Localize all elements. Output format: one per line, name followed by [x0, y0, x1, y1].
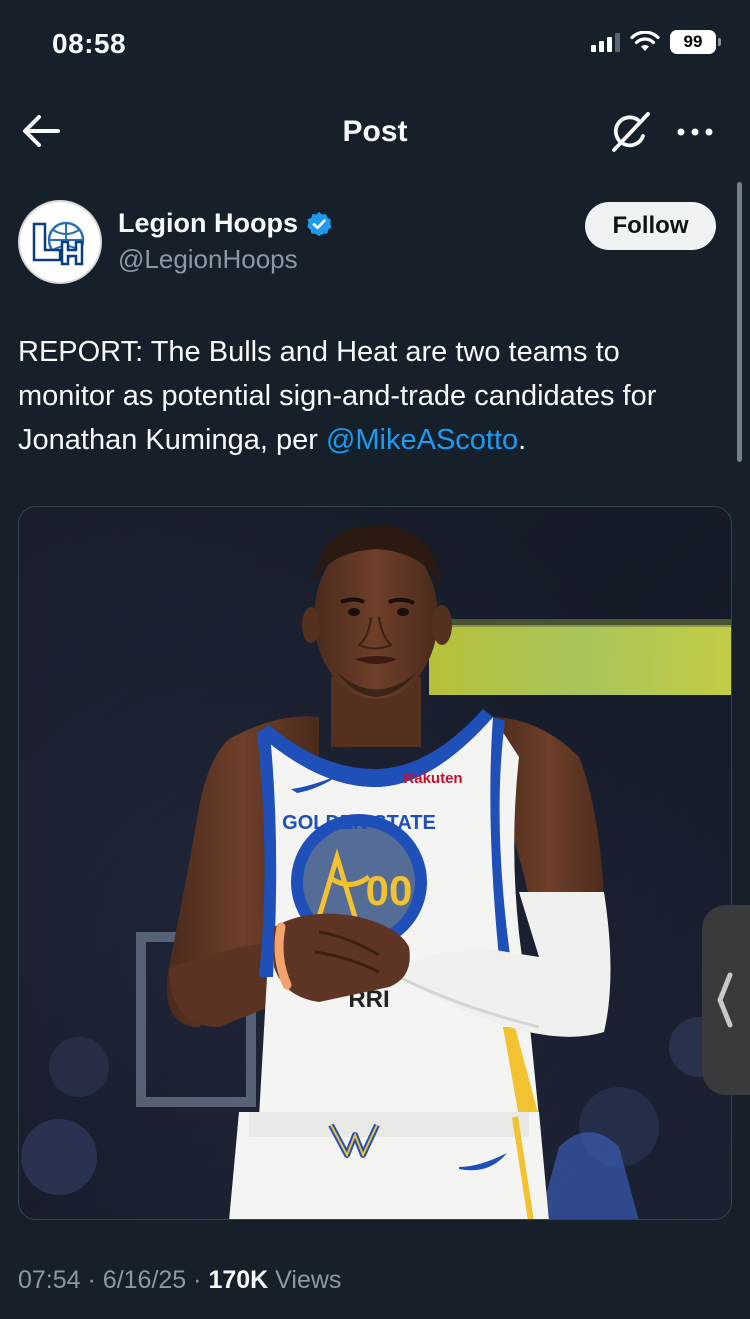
views-count: 170K — [208, 1266, 269, 1294]
cellular-signal-icon — [591, 32, 620, 52]
post-meta: 07:54 · 6/16/25 · 170K Views — [18, 1266, 341, 1295]
legion-hoops-logo-icon — [21, 203, 99, 281]
status-icons: 99 — [591, 30, 721, 54]
post-time: 07:54 — [18, 1266, 81, 1294]
author-row: Legion Hoops @LegionHoops Follow — [18, 200, 718, 290]
avatar[interactable] — [18, 200, 102, 284]
jersey-sponsor-text: Rakuten — [403, 770, 462, 787]
status-time: 08:58 — [52, 28, 127, 59]
player-photo: GOLDEN STATE 00 Rakuten RRI — [19, 507, 731, 1219]
meta-separator: · — [87, 1266, 96, 1294]
grok-button[interactable] — [608, 109, 654, 155]
verified-badge-icon — [307, 211, 332, 236]
post-image[interactable]: GOLDEN STATE 00 Rakuten RRI — [18, 506, 732, 1220]
more-button[interactable] — [674, 117, 716, 147]
meta-separator: · — [193, 1266, 202, 1294]
author-handle[interactable]: @LegionHoops — [118, 244, 298, 275]
jersey-team-text: GOLDEN STATE — [282, 812, 436, 834]
nav-bar: Post — [0, 95, 750, 170]
follow-button[interactable]: Follow — [585, 202, 716, 250]
mention-link[interactable]: @MikeAScotto — [326, 424, 518, 456]
views-label: Views — [275, 1266, 342, 1294]
author-name-text: Legion Hoops — [118, 208, 298, 238]
author-name[interactable]: Legion Hoops — [118, 208, 332, 239]
wifi-icon — [630, 31, 660, 51]
chevron-left-icon — [717, 972, 733, 1028]
post-text-end: . — [518, 424, 527, 456]
post-text: REPORT: The Bulls and Heat are two teams… — [18, 330, 718, 462]
battery-icon: 99 — [670, 30, 721, 54]
grok-icon — [612, 112, 650, 152]
more-icon — [677, 128, 713, 136]
post-date: 6/16/25 — [102, 1266, 187, 1294]
side-drawer-handle[interactable] — [702, 905, 750, 1095]
status-bar: 08:58 99 — [0, 0, 750, 90]
scroll-indicator — [737, 182, 742, 462]
jersey-number-text: 00 — [366, 867, 413, 914]
